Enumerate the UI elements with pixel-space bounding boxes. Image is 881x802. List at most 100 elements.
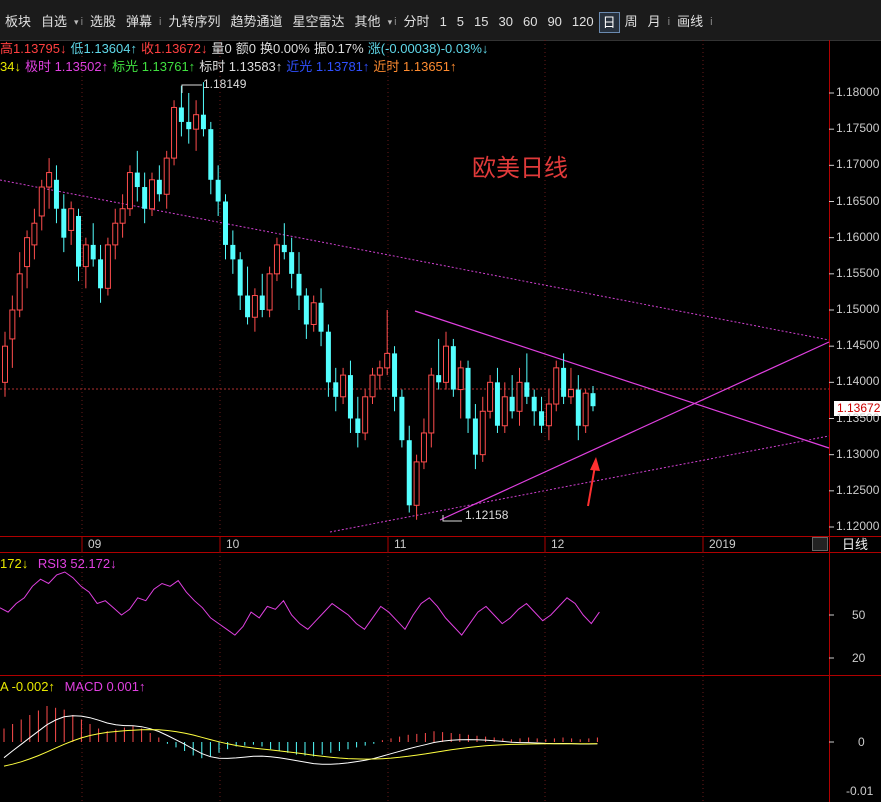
- price-tick-label: 1.17000: [836, 157, 880, 172]
- date-tick-label: 10: [226, 537, 240, 551]
- candle-body-down: [575, 389, 581, 426]
- high-annotation-leader: [181, 84, 202, 93]
- candle-body-down: [590, 393, 596, 407]
- price-tick-label: 1.17500: [836, 121, 880, 136]
- long-support-trendline: [329, 435, 830, 533]
- candle-body-down: [450, 346, 456, 390]
- candle-body-down: [406, 440, 412, 506]
- rsi-series: [0, 571, 600, 636]
- macd-header: A -0.002↑ MACD 0.001↑: [0, 679, 145, 694]
- rsi-tick-20: 20: [852, 651, 866, 665]
- candle-body-up: [46, 172, 53, 188]
- candle-body-down: [303, 295, 309, 325]
- rsi-prev-value: 172↓: [0, 556, 29, 571]
- candle-body-up: [193, 114, 200, 130]
- price-tick-label: 1.13000: [836, 446, 880, 461]
- candle-body-down: [436, 375, 442, 383]
- candle-body-up: [126, 172, 133, 210]
- candle-body-up: [567, 389, 574, 398]
- candle-body-down: [98, 259, 104, 289]
- macd-tick-0: 0: [858, 735, 865, 749]
- rsi-header: 172↓ RSI3 52.172↓: [0, 556, 117, 571]
- macd-series: [3, 706, 598, 767]
- candle-body-up: [171, 106, 178, 159]
- candle-body-up: [384, 352, 391, 369]
- axis-scroll-button[interactable]: [812, 537, 828, 551]
- candle-body-up: [163, 157, 170, 195]
- candle-body-down: [223, 201, 228, 245]
- candle-body-up: [582, 392, 589, 427]
- candle-body-up: [516, 381, 523, 412]
- period-label[interactable]: 日线: [842, 536, 881, 553]
- candle-body-down: [215, 179, 221, 202]
- date-tick-label: 2019: [709, 537, 736, 551]
- candle-body-down: [237, 259, 243, 296]
- candle-body-up: [457, 367, 464, 391]
- candle-body-up: [340, 374, 347, 398]
- price-tick-label: 1.16000: [836, 229, 880, 244]
- price-tick-label: 1.15500: [836, 265, 880, 280]
- macd-dea-value: A -0.002↑: [0, 679, 55, 694]
- candle-body-down: [178, 107, 184, 122]
- candle-body-down: [134, 172, 140, 188]
- price-tick-label: 1.16500: [836, 193, 880, 208]
- date-tick-label: 09: [88, 537, 102, 551]
- candle-body-down: [531, 396, 537, 412]
- macd-dif-line: [3, 715, 598, 765]
- candle-body-down: [509, 396, 515, 412]
- price-tick-label: 1.13500: [836, 410, 880, 425]
- price-tick-label: 1.14000: [836, 374, 880, 389]
- candle-body-up: [428, 374, 435, 434]
- candle-body-up: [24, 237, 31, 268]
- candle-body-up: [104, 244, 111, 289]
- candle-body-up: [9, 309, 16, 340]
- breakout-arrow-shaft: [587, 465, 596, 507]
- candle-body-up: [251, 295, 258, 318]
- candle-body-up: [553, 367, 560, 405]
- candle-body-down: [281, 244, 287, 253]
- candle-body-down: [230, 244, 236, 260]
- low-annotation-leader: [442, 515, 462, 522]
- candle-body-down: [399, 396, 405, 441]
- macd-tick-neg: -0.01: [846, 784, 874, 798]
- candle-body-up: [82, 244, 89, 268]
- date-tick-label: 11: [394, 537, 407, 551]
- candle-body-up: [545, 403, 552, 427]
- candle-body-down: [333, 382, 339, 397]
- breakout-arrow-head: [590, 457, 600, 471]
- candle-body-down: [347, 375, 353, 419]
- macd-value: MACD 0.001↑: [64, 679, 146, 694]
- candle-body-down: [561, 367, 567, 397]
- candle-body-up: [310, 302, 317, 325]
- candle-body-up: [149, 179, 155, 210]
- candle-body-down: [53, 179, 59, 209]
- price-tick-label: 1.12000: [836, 519, 880, 533]
- candle-body-down: [524, 382, 530, 397]
- candle-body-down: [392, 353, 398, 397]
- price-tick-label: 1.18000: [836, 85, 880, 99]
- candle-body-down: [325, 331, 331, 383]
- candle-body-up: [68, 208, 75, 231]
- candle-body-up: [479, 410, 486, 456]
- candle-body-down: [539, 411, 545, 426]
- rsi3-value: RSI3 52.172↓: [37, 556, 117, 571]
- candle-body-up: [266, 273, 273, 311]
- candle-body-up: [487, 381, 494, 412]
- candle-body-down: [156, 179, 162, 195]
- triangle-lower-line: [439, 341, 830, 521]
- price-tick-label: 1.14500: [836, 338, 880, 353]
- candle-body-up: [119, 208, 126, 224]
- candle-body-up: [38, 186, 45, 217]
- long-resistance-trendline: [0, 179, 830, 341]
- date-tick-label: 12: [551, 537, 565, 551]
- rsi-tick-50: 50: [852, 608, 866, 622]
- candle-body-down: [494, 382, 500, 426]
- candle-body-up: [273, 244, 280, 275]
- candle-body-down: [200, 114, 206, 130]
- candle-body-down: [318, 302, 324, 332]
- candle-body-down: [296, 273, 302, 296]
- price-tick-label: 1.15000: [836, 302, 880, 316]
- candle-body-down: [245, 295, 251, 318]
- candle-body-up: [112, 222, 119, 246]
- candle-body-up: [369, 374, 376, 398]
